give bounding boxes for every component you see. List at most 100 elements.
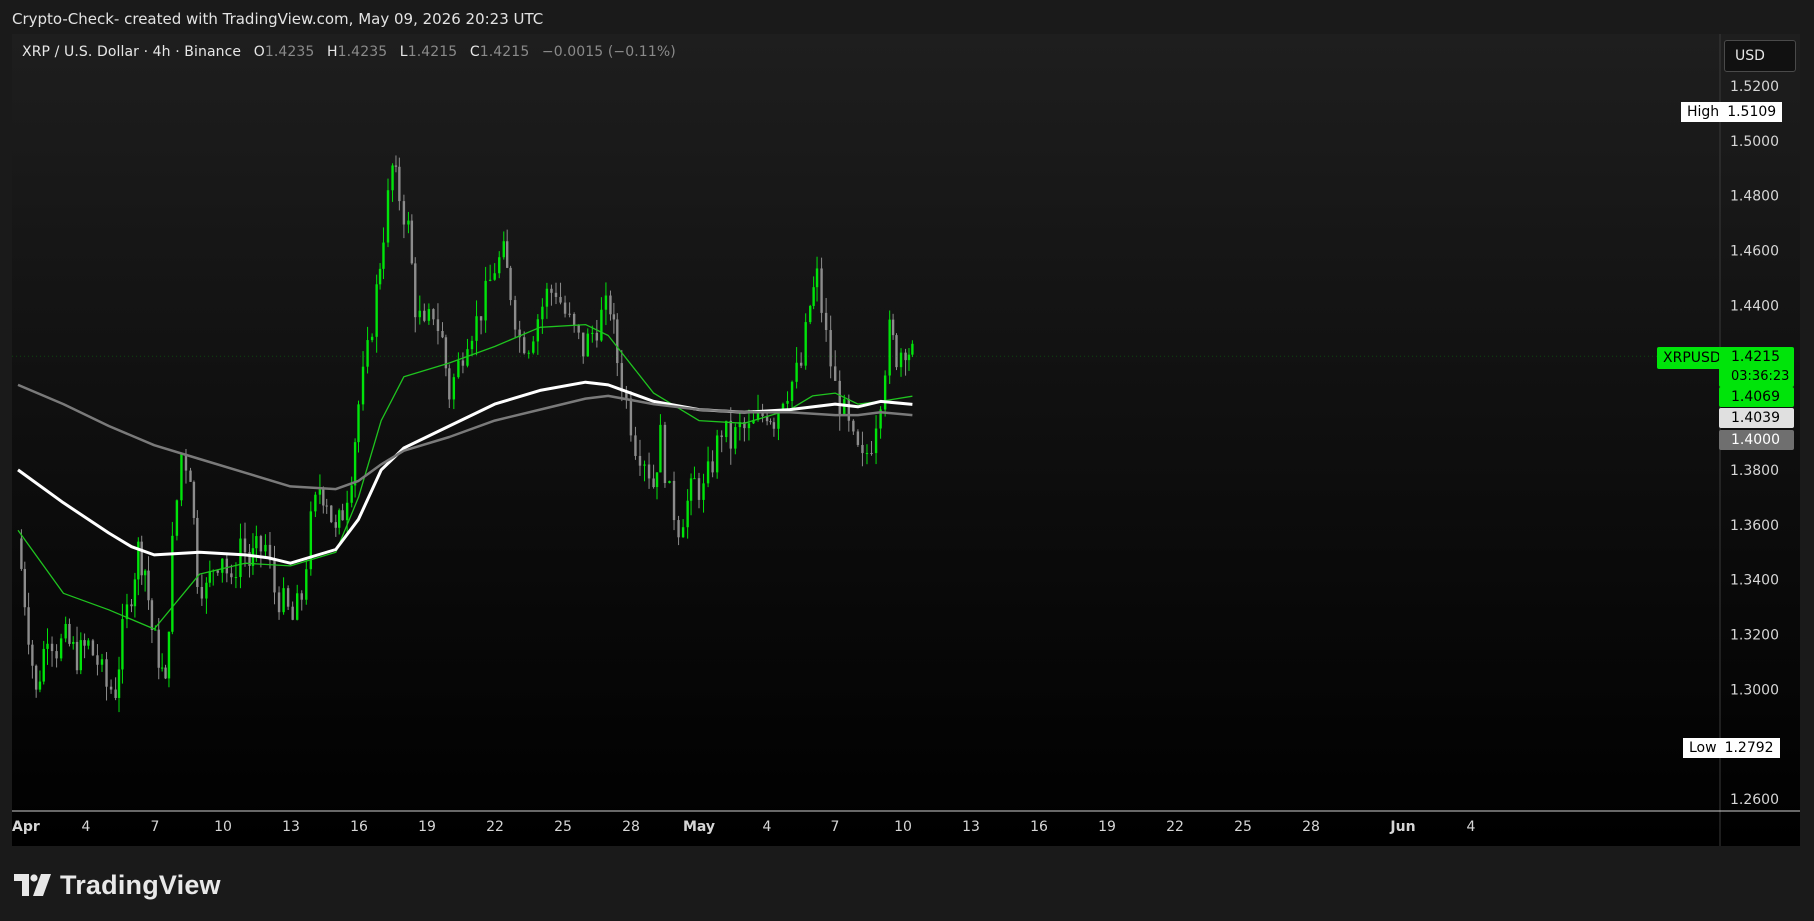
y-tick-label: 1.3400 bbox=[1730, 573, 1779, 589]
candle-body bbox=[725, 420, 728, 438]
candle-body bbox=[629, 398, 633, 436]
candle-body bbox=[536, 319, 540, 342]
candle-body bbox=[677, 520, 680, 538]
candle-body bbox=[488, 279, 492, 281]
candle-body bbox=[143, 570, 147, 576]
candle-body bbox=[911, 343, 914, 355]
tradingview-logo-icon bbox=[14, 874, 51, 896]
candle-body bbox=[769, 421, 772, 423]
y-tick-label: 1.4400 bbox=[1730, 298, 1779, 314]
tradingview-logo[interactable]: TradingView bbox=[14, 868, 221, 902]
candle-body bbox=[697, 478, 701, 500]
candle-body bbox=[812, 287, 815, 306]
candle-body bbox=[550, 288, 553, 293]
candle-body bbox=[83, 640, 86, 646]
price-chart[interactable]: 1.52001.50001.48001.46001.44001.42001.40… bbox=[12, 34, 1800, 846]
chart-area[interactable]: 1.52001.50001.48001.46001.44001.42001.40… bbox=[12, 34, 1800, 846]
low-marker: Low 1.2792 bbox=[1683, 738, 1780, 758]
candle-body bbox=[46, 643, 49, 649]
moving-average-ma_mid bbox=[17, 380, 913, 565]
low-marker-label: Low bbox=[1683, 738, 1723, 758]
low-marker-value: 1.2792 bbox=[1722, 738, 1780, 758]
high-value: 1.4235 bbox=[337, 44, 388, 60]
candle-body bbox=[382, 242, 385, 269]
candle-body bbox=[117, 669, 121, 698]
candle-body bbox=[479, 316, 483, 321]
x-tick-label: 22 bbox=[486, 819, 504, 835]
candle-body bbox=[616, 319, 619, 364]
y-tick-label: 1.3000 bbox=[1730, 682, 1779, 698]
candle-body bbox=[345, 502, 349, 521]
candle-body bbox=[189, 470, 192, 482]
candle-body bbox=[532, 341, 535, 353]
candle-body bbox=[100, 659, 104, 665]
candle-body bbox=[423, 310, 426, 321]
candle-body bbox=[230, 573, 233, 578]
candle-body bbox=[105, 659, 108, 687]
candle-body bbox=[834, 366, 837, 381]
candle-body bbox=[192, 481, 196, 518]
candle-body bbox=[330, 505, 333, 523]
candle-body bbox=[702, 483, 705, 500]
candle-body bbox=[466, 349, 469, 366]
candle-body bbox=[259, 536, 263, 552]
candle-body bbox=[282, 588, 285, 613]
candle-body bbox=[847, 399, 851, 421]
moving-average-ma_fast bbox=[17, 323, 913, 630]
candle-body bbox=[652, 478, 655, 488]
last-price-value: 1.4215 bbox=[1731, 349, 1780, 365]
candle-body bbox=[493, 273, 496, 280]
candle-body bbox=[398, 166, 401, 202]
candle-body bbox=[541, 306, 544, 320]
y-tick-label: 1.3200 bbox=[1730, 627, 1779, 643]
candle-body bbox=[600, 309, 603, 341]
candle-body bbox=[150, 600, 154, 630]
low-label: L bbox=[399, 44, 408, 60]
candle-body bbox=[799, 362, 803, 366]
candle-body bbox=[225, 558, 229, 574]
candle-body bbox=[334, 522, 337, 528]
candle-body bbox=[264, 544, 267, 552]
x-tick-label: 4 bbox=[1467, 819, 1476, 835]
x-tick-label: Jun bbox=[1389, 819, 1415, 835]
candle-body bbox=[42, 648, 45, 682]
candle-body bbox=[706, 461, 710, 484]
symbol-info[interactable]: XRP / U.S. Dollar · 4h · Binance O1.4235… bbox=[22, 44, 676, 60]
symbol-name[interactable]: XRP / U.S. Dollar · 4h · Binance bbox=[22, 44, 241, 60]
candle-body bbox=[715, 435, 719, 473]
candle-body bbox=[243, 538, 247, 553]
candle-body bbox=[907, 354, 911, 361]
candle-body bbox=[672, 480, 676, 521]
y-tick-label: 1.3800 bbox=[1730, 463, 1779, 479]
y-tick-label: 1.4600 bbox=[1730, 244, 1779, 260]
candle-body bbox=[59, 638, 63, 659]
candle-body bbox=[809, 305, 812, 323]
candle-body bbox=[167, 631, 171, 679]
high-marker: High 1.5109 bbox=[1681, 102, 1783, 122]
candle-body bbox=[147, 570, 150, 601]
candle-body bbox=[686, 500, 689, 528]
candle-body bbox=[498, 257, 501, 274]
candle-body bbox=[255, 536, 258, 549]
x-tick-label: 4 bbox=[82, 819, 91, 835]
candle-body bbox=[663, 424, 667, 484]
candle-body bbox=[586, 333, 589, 357]
candle-body bbox=[572, 313, 576, 326]
candle-body bbox=[559, 296, 562, 303]
candle-body bbox=[888, 319, 891, 376]
candle-body bbox=[325, 505, 328, 507]
currency-selector[interactable]: USD bbox=[1724, 40, 1796, 72]
x-tick-label: 7 bbox=[831, 819, 840, 835]
candle-body bbox=[582, 332, 585, 357]
candle-body bbox=[171, 535, 174, 632]
candle-body bbox=[620, 363, 624, 392]
candle-body bbox=[843, 399, 846, 415]
candle-body bbox=[68, 623, 71, 644]
candle-body bbox=[133, 579, 137, 607]
candle-body bbox=[386, 190, 390, 243]
bar-countdown: 03:36:23 bbox=[1731, 369, 1790, 384]
high-marker-label: High bbox=[1681, 102, 1726, 122]
candle-body bbox=[378, 268, 382, 285]
y-tick-label: 1.2600 bbox=[1730, 792, 1779, 808]
candle-body bbox=[441, 330, 444, 338]
